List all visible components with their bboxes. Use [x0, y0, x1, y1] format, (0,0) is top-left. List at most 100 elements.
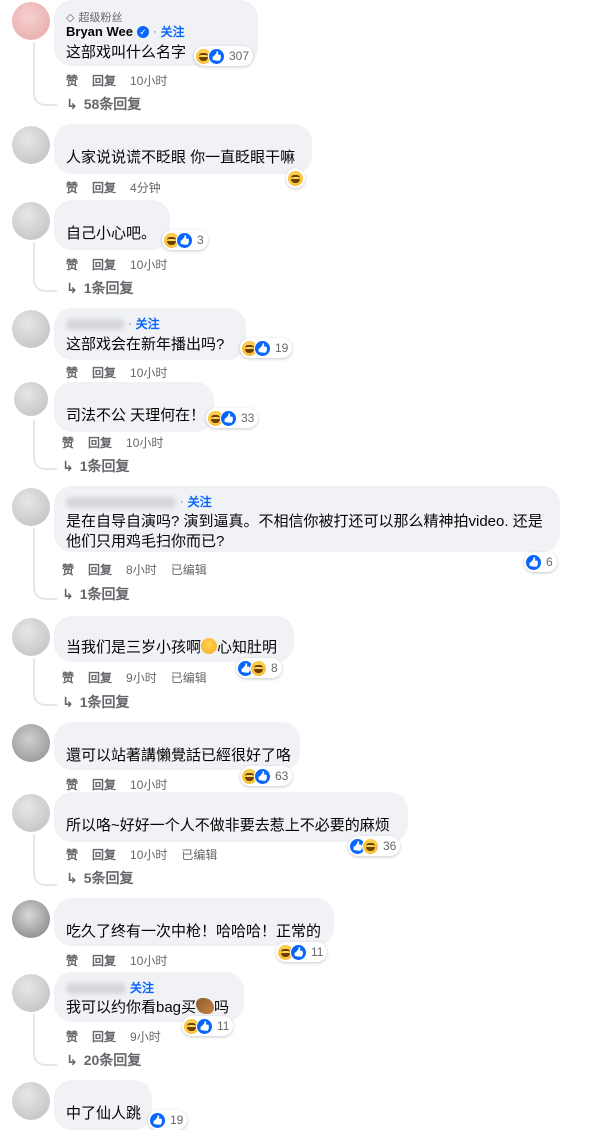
- like-button[interactable]: 赞: [66, 179, 78, 196]
- reply-button[interactable]: 回复: [92, 846, 116, 863]
- replies-count: 1条回复: [79, 586, 130, 602]
- comment-actions: 赞 回复 9小时: [66, 1028, 161, 1044]
- author-name-blurred[interactable]: [66, 982, 126, 994]
- replies-count: 1条回复: [83, 280, 134, 296]
- reaction-summary[interactable]: 11: [276, 942, 328, 962]
- like-reaction-icon: [196, 1017, 213, 1035]
- reply-arrow-icon: ↳: [66, 279, 78, 296]
- timestamp[interactable]: 10小时: [130, 364, 167, 381]
- view-replies-link[interactable]: ↳ 1条回复: [62, 693, 130, 711]
- comment-bubble: 司法不公 天理何在！: [54, 382, 214, 432]
- reply-button[interactable]: 回复: [88, 669, 112, 686]
- reply-button[interactable]: 回复: [88, 561, 112, 578]
- like-button[interactable]: 赞: [62, 434, 74, 451]
- avatar[interactable]: [12, 126, 50, 164]
- reaction-summary[interactable]: 33: [206, 408, 259, 428]
- view-replies-link[interactable]: ↳ 1条回复: [62, 457, 130, 475]
- view-replies-link[interactable]: ↳ 20条回复: [66, 1051, 141, 1069]
- timestamp[interactable]: 10小时: [126, 434, 163, 451]
- reaction-summary[interactable]: 19: [148, 1110, 188, 1130]
- reply-button[interactable]: 回复: [92, 256, 116, 273]
- reply-button[interactable]: 回复: [92, 1028, 116, 1045]
- edited-label: 已编辑: [170, 670, 207, 685]
- avatar[interactable]: [12, 488, 50, 526]
- avatar[interactable]: [12, 974, 50, 1012]
- reply-arrow-icon: ↳: [62, 457, 74, 474]
- reply-button[interactable]: 回复: [92, 364, 116, 381]
- like-button[interactable]: 赞: [66, 256, 78, 273]
- rofl-emoji-icon: [201, 638, 218, 654]
- reaction-summary[interactable]: 19: [240, 338, 293, 358]
- like-reaction-icon: [290, 943, 307, 961]
- like-button[interactable]: 赞: [66, 72, 78, 89]
- follow-button[interactable]: 关注: [188, 494, 212, 510]
- reaction-count: 3: [197, 233, 204, 247]
- avatar[interactable]: [12, 724, 50, 762]
- follow-button[interactable]: 关注: [136, 316, 160, 332]
- avatar[interactable]: [14, 382, 48, 416]
- timestamp[interactable]: 4分钟: [130, 179, 161, 196]
- reply-arrow-icon: ↳: [66, 869, 78, 886]
- reaction-summary[interactable]: [286, 168, 305, 188]
- bag-emoji-icon: [196, 998, 215, 1014]
- view-replies-link[interactable]: ↳ 1条回复: [66, 279, 134, 297]
- comment-text: 这部戏会在新年播出吗?: [66, 336, 225, 353]
- reaction-count: 6: [546, 555, 553, 569]
- like-reaction-icon: [208, 47, 225, 65]
- avatar[interactable]: [12, 900, 50, 938]
- timestamp[interactable]: 10小时: [130, 846, 167, 863]
- like-button[interactable]: 赞: [66, 846, 78, 863]
- reply-button[interactable]: 回复: [92, 952, 116, 969]
- view-replies-link[interactable]: ↳ 58条回复: [66, 95, 141, 113]
- reaction-summary[interactable]: 6: [524, 552, 557, 572]
- avatar[interactable]: [12, 1082, 50, 1120]
- author-name-blurred[interactable]: [66, 318, 124, 330]
- like-button[interactable]: 赞: [66, 952, 78, 969]
- reaction-count: 19: [170, 1113, 184, 1127]
- avatar[interactable]: [12, 618, 50, 656]
- timestamp[interactable]: 9小时: [126, 669, 157, 686]
- reaction-summary[interactable]: 36: [348, 836, 401, 856]
- view-replies-link[interactable]: ↳ 5条回复: [66, 869, 134, 887]
- reaction-summary[interactable]: 3: [162, 230, 208, 250]
- comment-text-part: 当我们是三岁小孩啊: [66, 639, 202, 656]
- author-name[interactable]: Bryan Wee: [66, 24, 133, 40]
- timestamp[interactable]: 8小时: [126, 561, 157, 578]
- reaction-summary[interactable]: 11: [182, 1016, 234, 1036]
- avatar[interactable]: [12, 2, 50, 40]
- author-row: · 关注: [66, 494, 548, 510]
- like-button[interactable]: 赞: [66, 1028, 78, 1045]
- follow-button[interactable]: 关注: [130, 980, 154, 996]
- reply-button[interactable]: 回复: [92, 72, 116, 89]
- reply-button[interactable]: 回复: [92, 776, 116, 793]
- like-button[interactable]: 赞: [62, 669, 74, 686]
- timestamp[interactable]: 10小时: [130, 776, 167, 793]
- view-replies-link[interactable]: ↳ 1条回复: [62, 585, 130, 603]
- like-button[interactable]: 赞: [62, 561, 74, 578]
- comment-text: 吃久了终有一次中枪！哈哈哈！正常的: [66, 923, 322, 940]
- reaction-summary[interactable]: 63: [240, 766, 293, 786]
- reaction-summary[interactable]: 307: [194, 46, 254, 66]
- haha-reaction-icon: [250, 659, 267, 677]
- thread-connector: [33, 90, 57, 106]
- timestamp[interactable]: 10小时: [130, 952, 167, 969]
- like-reaction-icon: [254, 767, 271, 785]
- author-name-blurred[interactable]: [66, 496, 176, 508]
- thread-line: [33, 1014, 35, 1052]
- like-button[interactable]: 赞: [66, 776, 78, 793]
- comment-text: 司法不公 天理何在！: [66, 407, 206, 424]
- follow-button[interactable]: 关注: [161, 24, 185, 40]
- like-button[interactable]: 赞: [66, 364, 78, 381]
- timestamp[interactable]: 9小时: [130, 1028, 161, 1045]
- avatar[interactable]: [12, 310, 50, 348]
- avatar[interactable]: [12, 794, 50, 832]
- comment-text: 所以咯~好好一个人不做非要去惹上不必要的麻烦: [66, 817, 390, 834]
- reply-button[interactable]: 回复: [88, 434, 112, 451]
- reaction-summary[interactable]: 8: [236, 658, 282, 678]
- timestamp[interactable]: 10小时: [130, 256, 167, 273]
- author-row: 关注: [66, 980, 232, 996]
- timestamp[interactable]: 10小时: [130, 72, 167, 89]
- comment-text-line: 他们只用鸡毛扫你而已?: [66, 533, 225, 550]
- reply-button[interactable]: 回复: [92, 179, 116, 196]
- avatar[interactable]: [12, 202, 50, 240]
